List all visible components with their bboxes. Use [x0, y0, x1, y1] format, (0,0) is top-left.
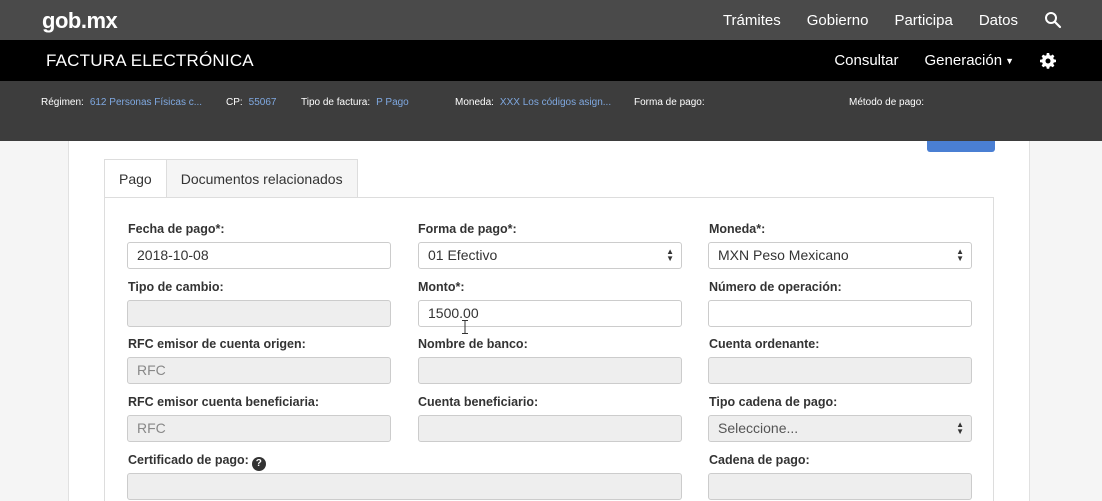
certificado-pago-label: Certificado de pago:? — [128, 453, 266, 471]
tipo-cadena-select[interactable]: Seleccione... ▲ ▼ — [708, 415, 972, 442]
moneda-label: Moneda*: — [709, 222, 766, 236]
tab-list: Pago Documentos relacionados — [104, 159, 358, 198]
rfc-beneficiaria-label: RFC emisor cuenta beneficiaria: — [128, 395, 320, 409]
gob-nav: Trámites Gobierno Participa Datos — [697, 0, 1062, 40]
regimen-info: Régimen: 612 Personas Físicas c... — [41, 97, 203, 108]
metodo-pago-info: Método de pago: — [849, 97, 925, 108]
text-cursor-icon — [462, 320, 468, 334]
forma-pago-select[interactable]: 01 Efectivo ▲ ▼ — [418, 242, 682, 269]
tipo-cadena-label: Tipo cadena de pago: — [709, 395, 838, 409]
rfc-beneficiaria-input[interactable]: RFC — [127, 415, 391, 442]
help-icon[interactable]: ? — [251, 457, 266, 471]
select-arrows-icon: ▲ ▼ — [956, 247, 964, 263]
nav-participa[interactable]: Participa — [894, 12, 952, 29]
rfc-origen-label: RFC emisor de cuenta origen: — [128, 337, 306, 351]
invoice-info-bar: Régimen: 612 Personas Físicas c... CP: 550… — [0, 81, 1102, 141]
cadena-pago-input[interactable] — [708, 473, 972, 500]
nav-gobierno[interactable]: Gobierno — [807, 12, 869, 29]
generacion-dropdown[interactable]: Generación ▼ — [925, 52, 1014, 69]
gob-mx-header: gob.mx Trámites Gobierno Participa Datos — [0, 0, 1102, 40]
forma-pago-info: Forma de pago: — [634, 97, 705, 108]
cuenta-beneficiario-input[interactable] — [418, 415, 682, 442]
cp-info: CP: 55067 — [226, 97, 277, 108]
search-icon[interactable] — [1044, 11, 1062, 29]
caret-down-icon: ▼ — [1005, 56, 1014, 67]
app-header: FACTURA ELECTRÓNICA Consultar Generación… — [0, 40, 1102, 81]
tab-documentos-relacionados[interactable]: Documentos relacionados — [165, 159, 358, 198]
moneda-select[interactable]: MXN Peso Mexicano ▲ ▼ — [708, 242, 972, 269]
app-title: FACTURA ELECTRÓNICA — [46, 51, 254, 70]
nav-datos[interactable]: Datos — [979, 12, 1018, 29]
gob-mx-logo[interactable]: gob.mx — [42, 8, 118, 34]
fecha-pago-input[interactable]: 2018-10-08 — [127, 242, 391, 269]
numero-operacion-label: Número de operación: — [709, 280, 842, 294]
nav-tramites[interactable]: Trámites — [723, 12, 781, 29]
app-nav: Consultar Generación ▼ — [808, 40, 1056, 81]
tab-pago[interactable]: Pago — [104, 159, 167, 198]
tipo-factura-info: Tipo de factura: P Pago — [301, 97, 409, 108]
cuenta-beneficiario-label: Cuenta beneficiario: — [418, 395, 539, 409]
tipo-cambio-input[interactable] — [127, 300, 391, 327]
monto-label: Monto*: — [418, 280, 465, 294]
certificado-pago-input[interactable] — [127, 473, 682, 500]
gear-icon[interactable] — [1040, 52, 1056, 69]
consultar-link[interactable]: Consultar — [834, 52, 898, 69]
tipo-cambio-label: Tipo de cambio: — [128, 280, 224, 294]
action-button[interactable] — [927, 141, 995, 152]
cuenta-ordenante-input[interactable] — [708, 357, 972, 384]
fecha-pago-label: Fecha de pago*: — [128, 222, 225, 236]
forma-pago-label: Forma de pago*: — [418, 222, 517, 236]
cadena-pago-label: Cadena de pago: — [709, 453, 810, 467]
monto-input[interactable]: 1500.00 — [418, 300, 682, 327]
rfc-origen-input[interactable]: RFC — [127, 357, 391, 384]
nombre-banco-input[interactable] — [418, 357, 682, 384]
numero-operacion-input[interactable] — [708, 300, 972, 327]
select-arrows-icon: ▲ ▼ — [666, 247, 674, 263]
moneda-info: Moneda: XXX Los códigos asign... — [455, 97, 612, 108]
cuenta-ordenante-label: Cuenta ordenante: — [709, 337, 820, 351]
select-arrows-icon: ▲ ▼ — [956, 420, 964, 436]
nombre-banco-label: Nombre de banco: — [418, 337, 528, 351]
